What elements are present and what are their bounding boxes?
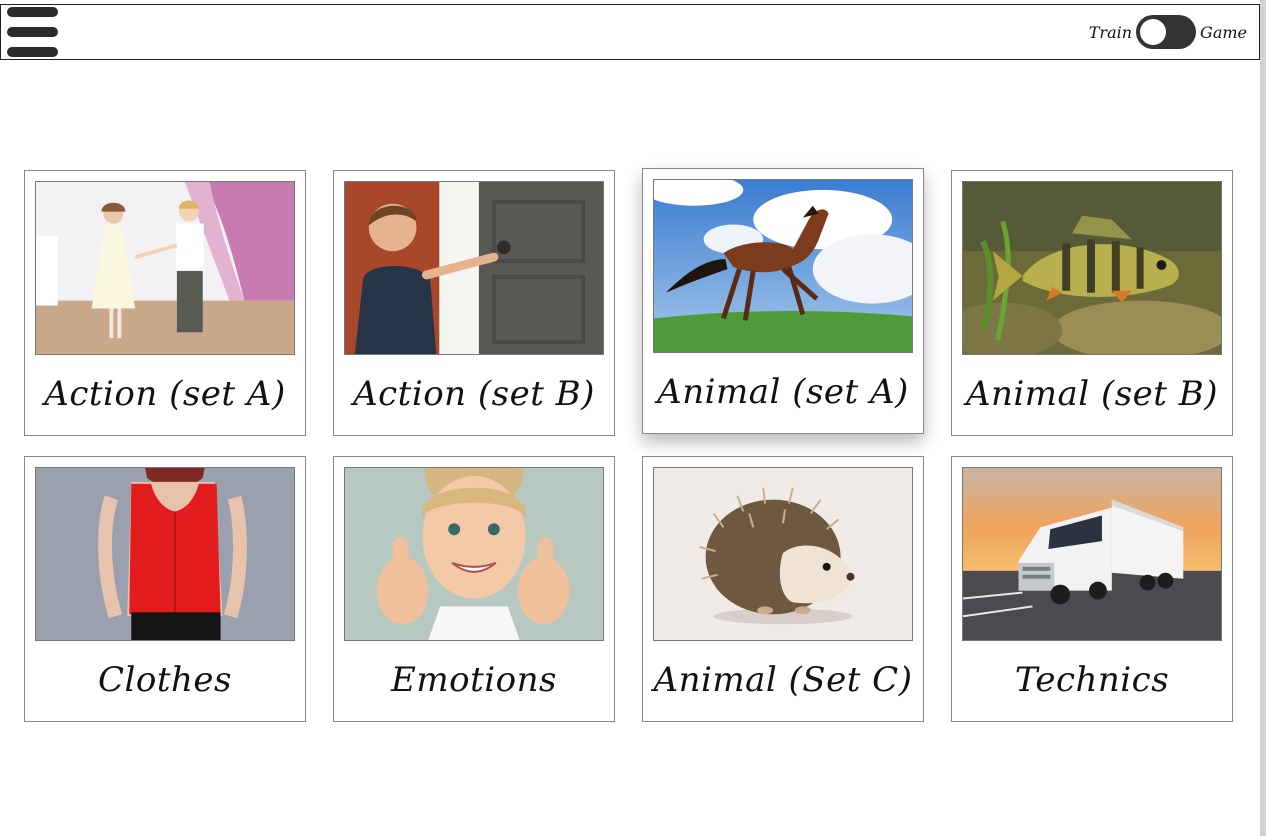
category-card-emotions[interactable]: Emotions [333,456,615,722]
category-label: Animal (set A) [657,372,909,412]
switch-knob [1140,19,1167,45]
category-card-technics[interactable]: Technics [951,456,1233,722]
children-dancing-image [35,181,295,355]
boy-opening-door-image [344,181,604,355]
category-label: Animal (set B) [965,374,1219,414]
menu-line [7,7,58,17]
category-label: Emotions [391,660,557,700]
category-card-action-set-a[interactable]: Action (set A) [24,170,306,436]
category-card-animal-set-c[interactable]: Animal (Set C) [642,456,924,722]
game-label: Game [1200,22,1247,42]
category-label: Action (set B) [353,374,595,414]
train-label: Train [1088,22,1133,42]
app-page: Train Game Action (set A) Action (set B)… [0,0,1266,836]
category-label: Clothes [98,660,232,700]
category-card-animal-set-a[interactable]: Animal (set A) [642,168,924,434]
page-scrollbar[interactable] [1260,0,1266,836]
truck-image [962,467,1222,641]
hedgehog-image [653,467,913,641]
category-card-animal-set-b[interactable]: Animal (set B) [951,170,1233,436]
mode-toggle: Train Game [1089,15,1247,49]
category-label: Action (set A) [44,374,286,414]
menu-line [7,47,58,57]
horse-running-image [653,179,913,353]
train-game-switch[interactable] [1136,15,1197,49]
scrollbar-thumb[interactable] [1260,0,1266,836]
category-card-action-set-b[interactable]: Action (set B) [333,170,615,436]
fish-perch-image [962,181,1222,355]
hamburger-menu-icon[interactable] [7,7,59,59]
category-label: Animal (Set C) [653,660,913,700]
category-label: Technics [1014,660,1170,700]
category-grid: Action (set A) Action (set B) Animal (se… [24,168,1234,722]
girl-thumbs-up-image [344,467,604,641]
category-card-clothes[interactable]: Clothes [24,456,306,722]
red-blouse-image [35,467,295,641]
menu-line [7,27,58,37]
top-bar: Train Game [0,4,1260,60]
